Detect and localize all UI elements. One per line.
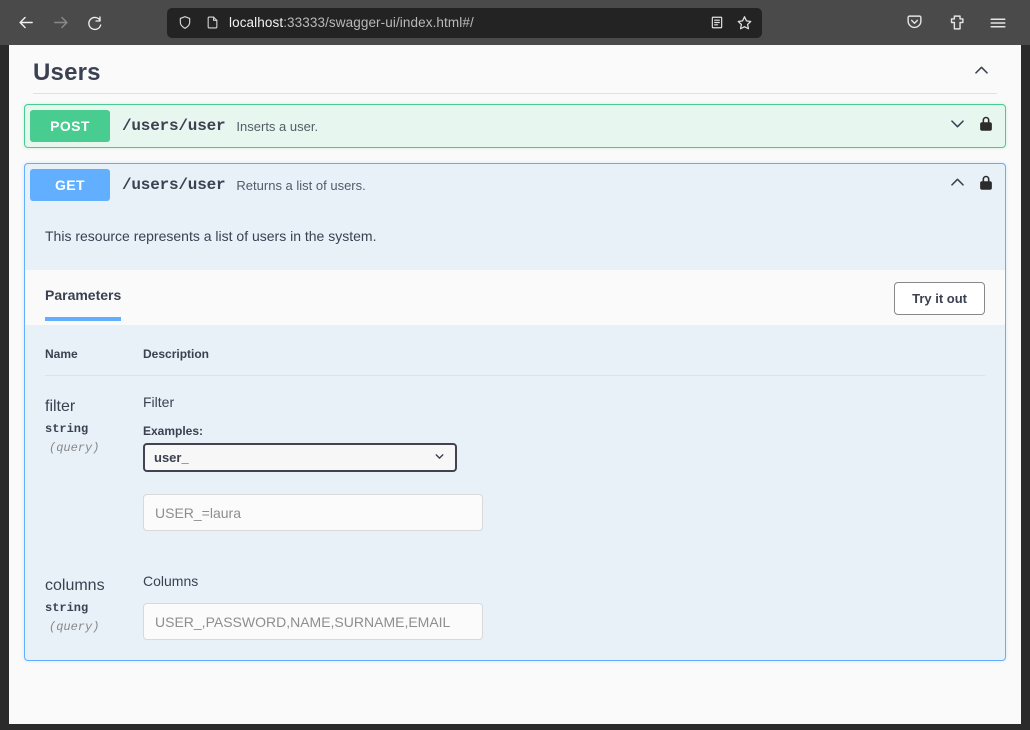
- bookmark-star-icon[interactable]: [734, 13, 754, 33]
- columns-input[interactable]: [143, 603, 483, 640]
- operation-description: This resource represents a list of users…: [45, 228, 377, 244]
- swagger-ui-page: Users POST /users/user Inserts a user. G…: [9, 45, 1021, 724]
- parameter-description: Columns: [143, 573, 199, 589]
- row-spacer: [45, 531, 985, 555]
- table-row: columns string (query) Columns: [45, 555, 985, 640]
- column-header-description: Description: [143, 347, 210, 361]
- http-method-badge: POST: [30, 110, 110, 142]
- operation-summary-text: Returns a list of users.: [236, 177, 366, 193]
- try-it-out-button[interactable]: Try it out: [894, 282, 985, 315]
- parameter-description: Filter: [143, 394, 175, 410]
- filter-input[interactable]: [143, 494, 483, 531]
- shield-icon[interactable]: [175, 13, 195, 33]
- http-method-badge: GET: [30, 169, 110, 201]
- browser-viewport: Users POST /users/user Inserts a user. G…: [0, 45, 1030, 730]
- tab-parameters[interactable]: Parameters: [45, 287, 122, 321]
- save-to-pocket-icon: [906, 14, 923, 31]
- chevron-up-icon: [948, 178, 967, 196]
- lock-icon: [978, 114, 994, 138]
- reload-button[interactable]: [78, 8, 110, 38]
- parameters-table-header: Name Description: [45, 325, 985, 376]
- browser-actions: [898, 8, 1020, 38]
- table-row: filter string (query) Filter Examples: u…: [45, 376, 985, 531]
- url-path: :33333/swagger-ui/index.html#/: [283, 15, 474, 30]
- operation-controls: [948, 114, 1000, 138]
- reload-icon: [86, 15, 102, 31]
- operation-expand-button[interactable]: [948, 114, 967, 138]
- parameter-name: filter: [45, 398, 76, 415]
- operation-path: /users/user: [122, 176, 226, 194]
- parameter-name-cell: filter string (query): [45, 392, 143, 531]
- parameter-name-cell: columns string (query): [45, 571, 143, 640]
- page-icon[interactable]: [202, 13, 222, 33]
- tag-section-header-users[interactable]: Users: [9, 45, 1021, 93]
- save-to-pocket-button[interactable]: [898, 8, 930, 38]
- extensions-icon: [948, 14, 965, 31]
- tag-divider: [33, 93, 997, 94]
- authorization-lock-button[interactable]: [978, 173, 994, 197]
- chevron-up-icon: [972, 66, 991, 84]
- parameter-location: (query): [49, 440, 100, 455]
- hamburger-menu-icon: [989, 14, 1007, 32]
- parameter-description-cell: Columns: [143, 571, 985, 640]
- operation-get-users-user: GET /users/user Returns a list of users.: [24, 163, 1006, 661]
- extensions-button[interactable]: [940, 8, 972, 38]
- parameter-type: string: [45, 422, 89, 437]
- forward-button[interactable]: [44, 8, 76, 38]
- back-arrow-icon: [18, 14, 35, 31]
- authorization-lock-button[interactable]: [978, 114, 994, 138]
- menu-button[interactable]: [982, 8, 1014, 38]
- page-title: Users: [33, 59, 101, 86]
- forward-arrow-icon: [52, 14, 69, 31]
- operation-collapse-button[interactable]: [948, 173, 967, 197]
- parameter-name: columns: [45, 577, 105, 594]
- chevron-down-icon: [948, 120, 967, 137]
- column-header-name: Name: [45, 347, 78, 361]
- parameter-type: string: [45, 601, 89, 616]
- operation-body: This resource represents a list of users…: [25, 206, 1005, 660]
- url-text[interactable]: localhost:33333/swagger-ui/index.html#/: [229, 15, 700, 30]
- browser-toolbar: localhost:33333/swagger-ui/index.html#/: [0, 0, 1030, 45]
- address-bar[interactable]: localhost:33333/swagger-ui/index.html#/: [167, 7, 762, 38]
- operation-controls: [948, 173, 1000, 197]
- operation-summary-row[interactable]: POST /users/user Inserts a user.: [25, 105, 1005, 147]
- reader-mode-icon[interactable]: [707, 13, 727, 33]
- parameter-location: (query): [49, 619, 100, 634]
- operation-summary-row[interactable]: GET /users/user Returns a list of users.: [25, 164, 1005, 206]
- url-host: localhost: [229, 15, 284, 30]
- examples-selected-value: user_: [154, 450, 189, 465]
- chevron-down-icon: [433, 450, 446, 466]
- lock-icon: [978, 173, 994, 197]
- back-button[interactable]: [10, 8, 42, 38]
- examples-label: Examples:: [143, 424, 204, 438]
- parameters-section: Name Description filter string (query) F…: [25, 325, 1005, 660]
- operation-path: /users/user: [122, 117, 226, 135]
- parameter-description-cell: Filter Examples: user_: [143, 392, 985, 531]
- examples-select[interactable]: user_: [143, 443, 457, 472]
- operation-tab-bar: Parameters Try it out: [25, 270, 1005, 325]
- operation-post-users-user: POST /users/user Inserts a user.: [24, 104, 1006, 148]
- operation-summary-text: Inserts a user.: [236, 118, 319, 134]
- tag-collapse-button[interactable]: [972, 61, 997, 85]
